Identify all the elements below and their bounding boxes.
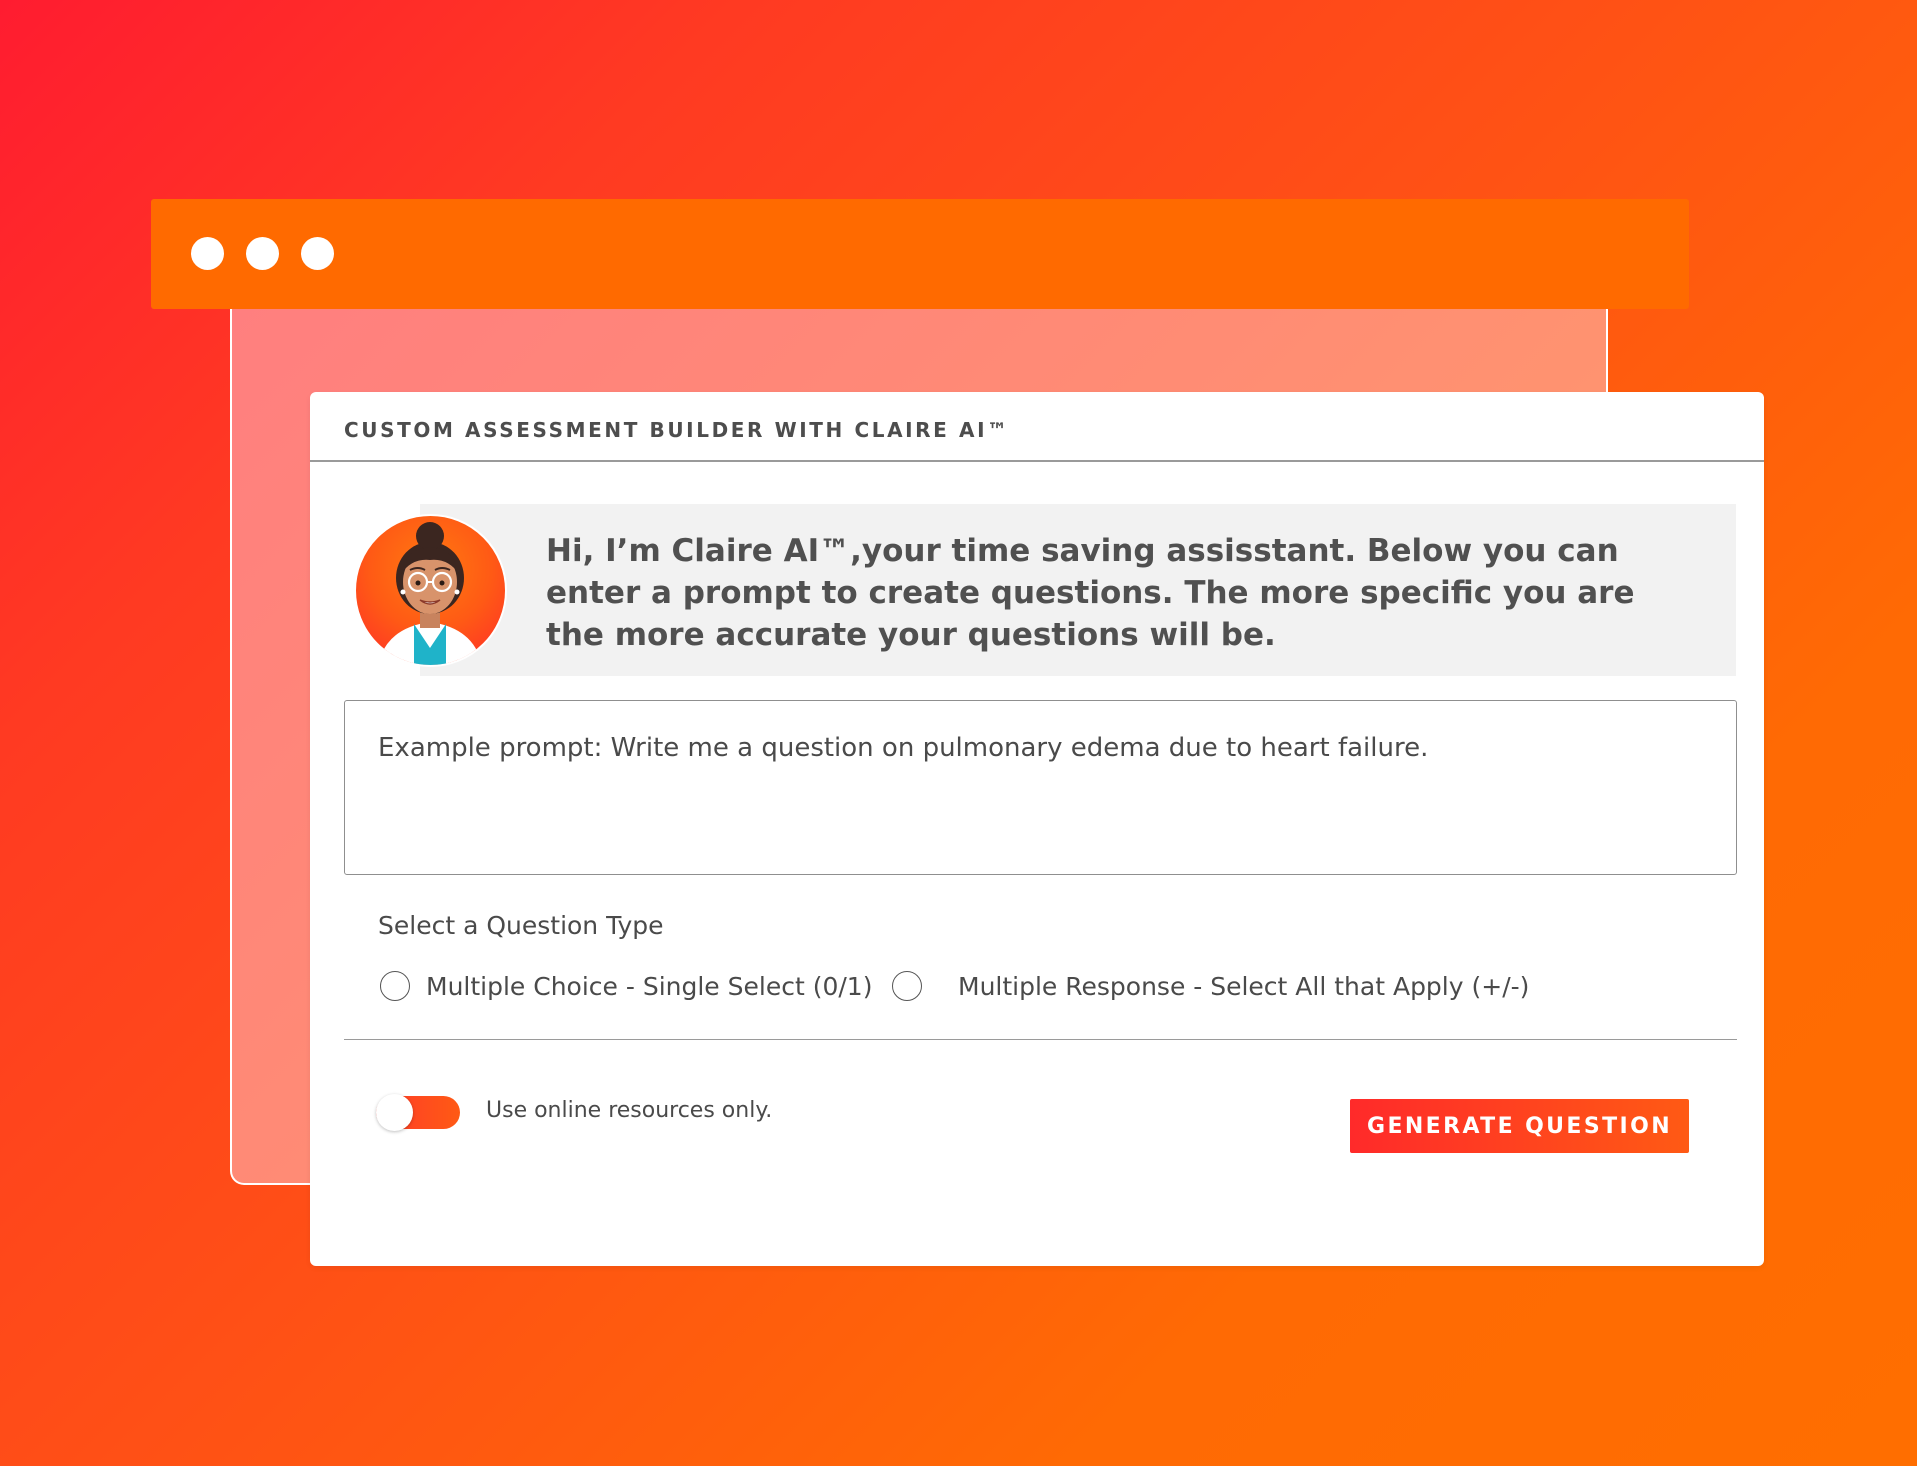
radio-button-icon[interactable]: [380, 971, 410, 1001]
radio-multiple-response[interactable]: Multiple Response - Select All that Appl…: [892, 966, 1529, 1006]
toggle-knob: [376, 1094, 413, 1131]
radio-button-icon[interactable]: [892, 971, 922, 1001]
card-header: CUSTOM ASSESSMENT BUILDER WITH CLAIRE AI…: [310, 392, 1764, 462]
section-divider: [344, 1039, 1737, 1040]
window-dot-icon[interactable]: [301, 237, 334, 270]
generate-question-button[interactable]: GENERATE QUESTION: [1350, 1099, 1689, 1153]
assistant-greeting-box: Hi, I’m Claire AI™,your time saving assi…: [420, 504, 1736, 676]
radio-multiple-choice[interactable]: Multiple Choice - Single Select (0/1): [380, 966, 872, 1006]
online-resources-label: Use online resources only.: [486, 1098, 773, 1123]
prompt-input[interactable]: [344, 700, 1737, 875]
window-dot-icon[interactable]: [191, 237, 224, 270]
radio-multiple-response-label: Multiple Response - Select All that Appl…: [958, 971, 1530, 1001]
assistant-greeting-text: Hi, I’m Claire AI™,your time saving assi…: [546, 533, 1635, 653]
online-resources-toggle[interactable]: [376, 1094, 460, 1131]
radio-multiple-choice-label: Multiple Choice - Single Select (0/1): [426, 971, 873, 1001]
window-dot-icon[interactable]: [246, 237, 279, 270]
assessment-builder-card: CUSTOM ASSESSMENT BUILDER WITH CLAIRE AI…: [310, 392, 1764, 1266]
card-title: CUSTOM ASSESSMENT BUILDER WITH CLAIRE AI…: [344, 418, 1010, 442]
claire-avatar-icon: [354, 514, 507, 667]
window-title-bar: [151, 199, 1689, 309]
question-type-label: Select a Question Type: [378, 911, 664, 940]
